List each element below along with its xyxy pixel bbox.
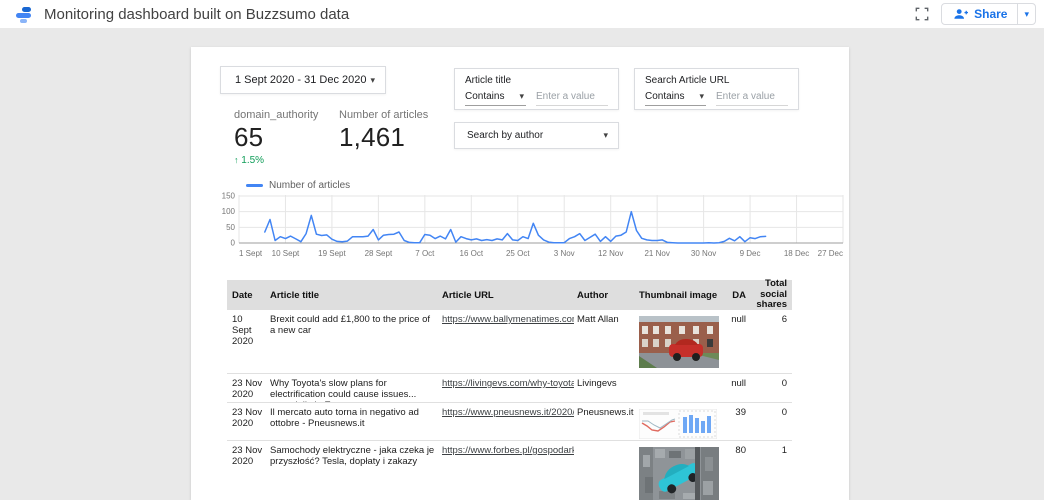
svg-text:10 Sept: 10 Sept [272,249,300,258]
article-title-operator-select[interactable]: Contains ▾ [465,91,526,106]
cell-date: 23 Nov 2020 [227,374,267,402]
app-header: Monitoring dashboard built on Buzzsumo d… [0,0,1044,28]
thumbnail-image [639,316,719,368]
cell-date: 10 Sept 2020 [227,310,267,373]
share-options-caret[interactable]: ▾ [1017,4,1035,24]
svg-text:21 Nov: 21 Nov [644,249,669,258]
cell-da: null [726,374,749,402]
table-header-row: Date Article title Article URL Author Th… [227,280,792,310]
scorecard-domain-authority: domain_authority 65 ↑ 1.5% [234,109,318,166]
chevron-down-icon: ▾ [699,91,704,102]
cell-shares: 6 [749,310,789,373]
col-header-url[interactable]: Article URL [439,290,574,301]
delta-up-icon: ↑ [234,155,239,165]
table-row: 23 Nov 2020 Why Toyota's slow plans for … [227,374,792,403]
cell-author [574,441,636,500]
col-header-title[interactable]: Article title [267,290,439,301]
report-canvas: 1 Sept 2020 - 31 Dec 2020 ▾ Article titl… [191,47,849,500]
svg-text:27 Dec: 27 Dec [818,249,843,258]
table-row: 10 Sept 2020 Brexit could add £1,800 to … [227,310,792,374]
article-url-link[interactable]: https://www.forbes.pl/gospodarka/samoc [442,445,574,456]
article-url-link[interactable]: https://livingevs.com/why-toyotas-slow- [442,378,574,389]
cell-author: Matt Allan [574,310,636,373]
article-title-filter-input[interactable] [536,91,608,106]
cell-title: Brexit could add £1,800 to the price of … [267,310,439,373]
fullscreen-icon[interactable] [913,5,931,23]
svg-text:100: 100 [222,207,236,216]
col-header-shares[interactable]: Total social shares [749,279,789,310]
cell-shares: 0 [749,374,789,402]
cell-date: 23 Nov 2020 [227,403,267,440]
article-url-filter-input[interactable] [716,91,788,106]
articles-line-chart[interactable]: 1 Sept 10 Sept 19 Sept 28 Sept 7 Oct 16 Oct 25… [219,191,849,263]
cell-da: 80 [726,441,749,500]
table-row: 23 Nov 2020 Il mercato auto torna in neg… [227,403,792,441]
date-range-control[interactable]: 1 Sept 2020 - 31 Dec 2020 ▾ [220,66,386,94]
article-url-operator-select[interactable]: Contains ▾ [645,91,706,106]
svg-text:50: 50 [226,223,235,232]
scorecard-number-of-articles: Number of articles 1,461 [339,109,428,153]
share-button-group: Share ▾ [941,3,1036,25]
data-studio-logo-icon [14,4,34,24]
cell-author: Pneusnews.it [574,403,636,440]
cell-da: null [726,310,749,373]
svg-text:12 Nov: 12 Nov [598,249,623,258]
svg-text:28 Sept: 28 Sept [365,249,393,258]
articles-table: Date Article title Article URL Author Th… [227,280,792,500]
scorecard-label: domain_authority [234,109,318,121]
col-header-da[interactable]: DA [726,290,749,301]
article-title-filter-label: Article title [465,75,608,86]
search-by-author-select[interactable]: Search by author ▾ [454,122,619,149]
cell-date: 23 Nov 2020 [227,441,267,500]
svg-text:30 Nov: 30 Nov [691,249,716,258]
thumbnail-image [639,447,719,500]
svg-text:16 Oct: 16 Oct [460,249,484,258]
cell-shares: 1 [749,441,789,500]
legend-label: Number of articles [269,180,350,191]
svg-text:19 Sept: 19 Sept [318,249,346,258]
svg-text:1 Sept: 1 Sept [239,249,263,258]
col-header-thumbnail[interactable]: Thumbnail image [636,290,726,301]
col-header-date[interactable]: Date [227,290,267,301]
article-url-filter-label: Search Article URL [645,75,788,86]
scorecard-value: 65 [234,122,318,153]
svg-text:3 Nov: 3 Nov [554,249,575,258]
col-header-author[interactable]: Author [574,290,636,301]
cell-shares: 0 [749,403,789,440]
table-row: 23 Nov 2020 Samochody elektryczne - jaka… [227,441,792,500]
article-url-filter: Search Article URL Contains ▾ [634,68,799,110]
thumbnail-image [639,409,717,439]
report-title: Monitoring dashboard built on Buzzsumo d… [44,6,349,23]
svg-text:25 Oct: 25 Oct [506,249,530,258]
article-url-link[interactable]: https://www.pneusnews.it/2020/11/23/il- [442,407,574,418]
cell-da: 39 [726,403,749,440]
date-range-value: 1 Sept 2020 - 31 Dec 2020 [235,74,366,86]
person-add-icon [952,8,968,20]
chevron-down-icon: ▾ [370,75,375,86]
share-button-label: Share [974,7,1007,21]
article-title-filter: Article title Contains ▾ [454,68,619,110]
chevron-down-icon: ▾ [603,130,608,141]
cell-title: Samochody elektryczne - jaka czeka je pr… [267,441,439,500]
cell-title: Il mercato auto torna in negativo ad ott… [267,403,439,440]
chart-container: 1 Sept 10 Sept 19 Sept 28 Sept 7 Oct 16 Oct 25… [219,191,849,263]
svg-text:9 Dec: 9 Dec [740,249,761,258]
scorecard-value: 1,461 [339,122,428,153]
scorecard-label: Number of articles [339,109,428,121]
svg-text:7 Oct: 7 Oct [415,249,435,258]
article-url-link[interactable]: https://www.ballymenatimes.com/lifestyl [442,314,574,325]
svg-text:18 Dec: 18 Dec [784,249,809,258]
cell-title: Why Toyota's slow plans for electrificat… [267,374,439,402]
chart-legend: Number of articles [246,180,350,191]
legend-line-swatch [246,184,263,187]
svg-text:0: 0 [231,239,236,248]
chevron-down-icon: ▾ [519,91,524,102]
cell-author: Livingevs [574,374,636,402]
svg-text:150: 150 [222,192,236,201]
scorecard-delta: ↑ 1.5% [234,155,318,166]
share-button[interactable]: Share [942,7,1017,21]
